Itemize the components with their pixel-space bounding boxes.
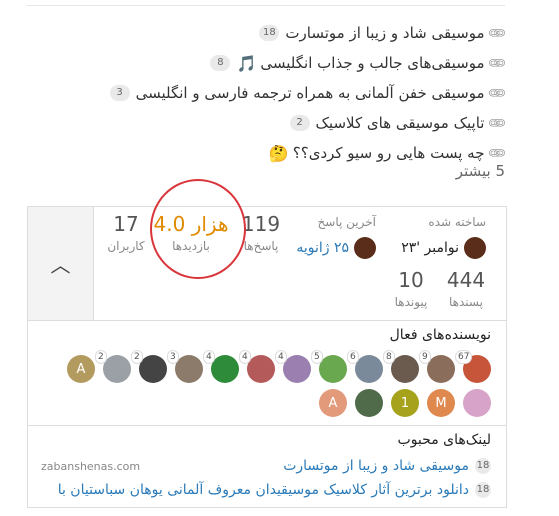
topic-row[interactable]: 🔗︎ موسیقی شاد و زیبا از موتسارت 18 [45,18,508,48]
post-count-badge: 4 [276,351,286,363]
writer-avatar[interactable]: 2 [132,351,167,383]
topic-title[interactable]: چه پست هایی رو سیو کردی؟؟ [293,144,485,162]
avatar-letter: M [435,395,447,411]
topic-title[interactable]: موسیقی خفن آلمانی به همراه ترجمه فارسی و… [136,84,485,102]
writer-avatar[interactable]: 1 [391,389,419,417]
topic-count: 2 [289,115,310,131]
link-count: 18 [475,482,491,498]
topic-row[interactable]: 🔗︎ چه پست هایی رو سیو کردی؟؟ 🤔 [45,138,508,168]
avatar [354,237,376,259]
topic-title[interactable]: موسیقی‌های جالب و جذاب انگلیسی [260,54,484,72]
link-icon: 🔗︎ [485,21,508,45]
thinking-face-icon: 🤔 [268,143,289,163]
topic-count: 18 [259,25,280,41]
topic-title[interactable]: موسیقی شاد و زیبا از موتسارت [285,24,484,42]
link-icon: 🔗︎ [485,111,508,135]
topic-count: 3 [109,85,130,101]
avatar-letter: A [76,361,86,377]
likes-stat: 444 پسندها [438,269,494,309]
writer-avatar[interactable]: A [67,355,95,383]
post-count-badge: 9 [420,351,430,363]
users-stat: 17 کاربران [98,213,154,253]
popular-link-row[interactable]: 18 موسیقی شاد و زیبا از موتسارت zabanshe… [41,458,491,474]
topic-stats: ︿ ساخته شده نوامبر '۲۳ آخرین پاسخ ۲۵ ژان… [28,179,506,321]
writers-title: نویسنده‌های فعال [389,327,491,343]
likes-count: 444 [446,268,486,292]
topic-title[interactable]: تاپیک موسیقی های کلاسیک [316,114,485,132]
post-count-badge: 2 [96,351,106,363]
created-meta: ساخته شده نوامبر '۲۳ [401,215,486,259]
created-label: ساخته شده [428,215,486,229]
popular-links: لینک‌های محبوب 18 موسیقی شاد و زیبا از م… [28,426,506,516]
writer-avatar[interactable]: M [427,389,455,417]
created-row[interactable]: نوامبر '۲۳ [401,237,486,259]
last-reply-meta: آخرین پاسخ ۲۵ ژانویه [296,215,376,259]
top-divider [27,5,505,6]
topic-row[interactable]: 🔗︎ موسیقی خفن آلمانی به همراه ترجمه فارس… [45,78,508,108]
collapse-toggle[interactable]: ︿ [28,207,94,320]
link-icon: 🔗︎ [485,141,508,165]
writer-avatar[interactable]: A [319,389,347,417]
link-title[interactable]: دانلود برترین آثار کلاسیک موسیقیدان معرو… [58,482,469,498]
link-title[interactable]: موسیقی شاد و زیبا از موتسارت [283,458,469,474]
created-value: نوامبر '۲۳ [401,240,459,256]
writer-avatar[interactable]: 4 [276,351,311,383]
writer-avatar[interactable]: 2 [96,351,131,383]
last-reply-label: آخرین پاسخ [317,215,376,229]
links-stat: 10 پیوندها [383,269,439,309]
suggested-topics: 🔗︎ موسیقی شاد و زیبا از موتسارت 18 🔗︎ مو… [45,18,508,168]
popular-link-row[interactable]: 18 دانلود برترین آثار کلاسیک موسیقیدان م… [41,482,491,498]
writer-avatar[interactable] [463,389,491,417]
music-note-icon: 🎵 [236,53,257,73]
post-count-badge: 67 [456,351,472,363]
writer-avatar[interactable]: 4 [240,351,275,383]
writer-avatar[interactable]: 3 [168,351,203,383]
chevron-up-icon: ︿ [50,253,71,277]
links-label: پیوندها [394,295,428,309]
avatar [464,237,486,259]
more-topics-link[interactable]: 5 بیشتر [456,162,505,180]
writer-avatar[interactable]: 6 [348,351,383,383]
link-count: 18 [475,458,491,474]
writer-avatar[interactable]: 4 [204,351,239,383]
post-count-badge: 3 [168,351,178,363]
post-count-badge: 2 [132,351,142,363]
links-count: 10 [398,268,424,292]
post-count-badge: 5 [312,351,322,363]
writer-avatar[interactable]: 9 [420,351,455,383]
avatar-letter: 1 [400,395,410,411]
likes-label: پسندها [449,295,483,309]
post-count-badge: 4 [240,351,250,363]
post-count-badge: 8 [384,351,394,363]
users-label: کاربران [107,239,145,253]
topic-row[interactable]: 🔗︎ تاپیک موسیقی های کلاسیک 2 [45,108,508,138]
last-reply-value[interactable]: ۲۵ ژانویه [296,240,349,256]
link-icon: 🔗︎ [485,51,508,75]
topic-count: 8 [210,55,231,71]
last-reply-row[interactable]: ۲۵ ژانویه [296,237,376,259]
links-title: لینک‌های محبوب [397,432,491,448]
writer-avatar[interactable]: 5 [312,351,347,383]
red-circle-annotation [150,179,246,279]
writer-avatar[interactable] [355,389,383,417]
active-writers: نویسنده‌های فعال 67 9 8 6 5 4 4 4 3 2 2 A M1A [28,321,506,426]
users-count: 17 [113,212,139,236]
post-count-badge: 6 [348,351,358,363]
link-icon: 🔗︎ [485,81,508,105]
writer-avatar[interactable]: 67 [456,351,491,383]
link-domain: zabanshenas.com [41,459,141,473]
topic-row[interactable]: 🔗︎ موسیقی‌های جالب و جذاب انگلیسی 🎵 8 [45,48,508,78]
post-count-badge: 4 [204,351,214,363]
writer-avatar[interactable]: 8 [384,351,419,383]
avatar-letter: A [328,395,338,411]
topic-map: ︿ ساخته شده نوامبر '۲۳ آخرین پاسخ ۲۵ ژان… [27,179,507,508]
